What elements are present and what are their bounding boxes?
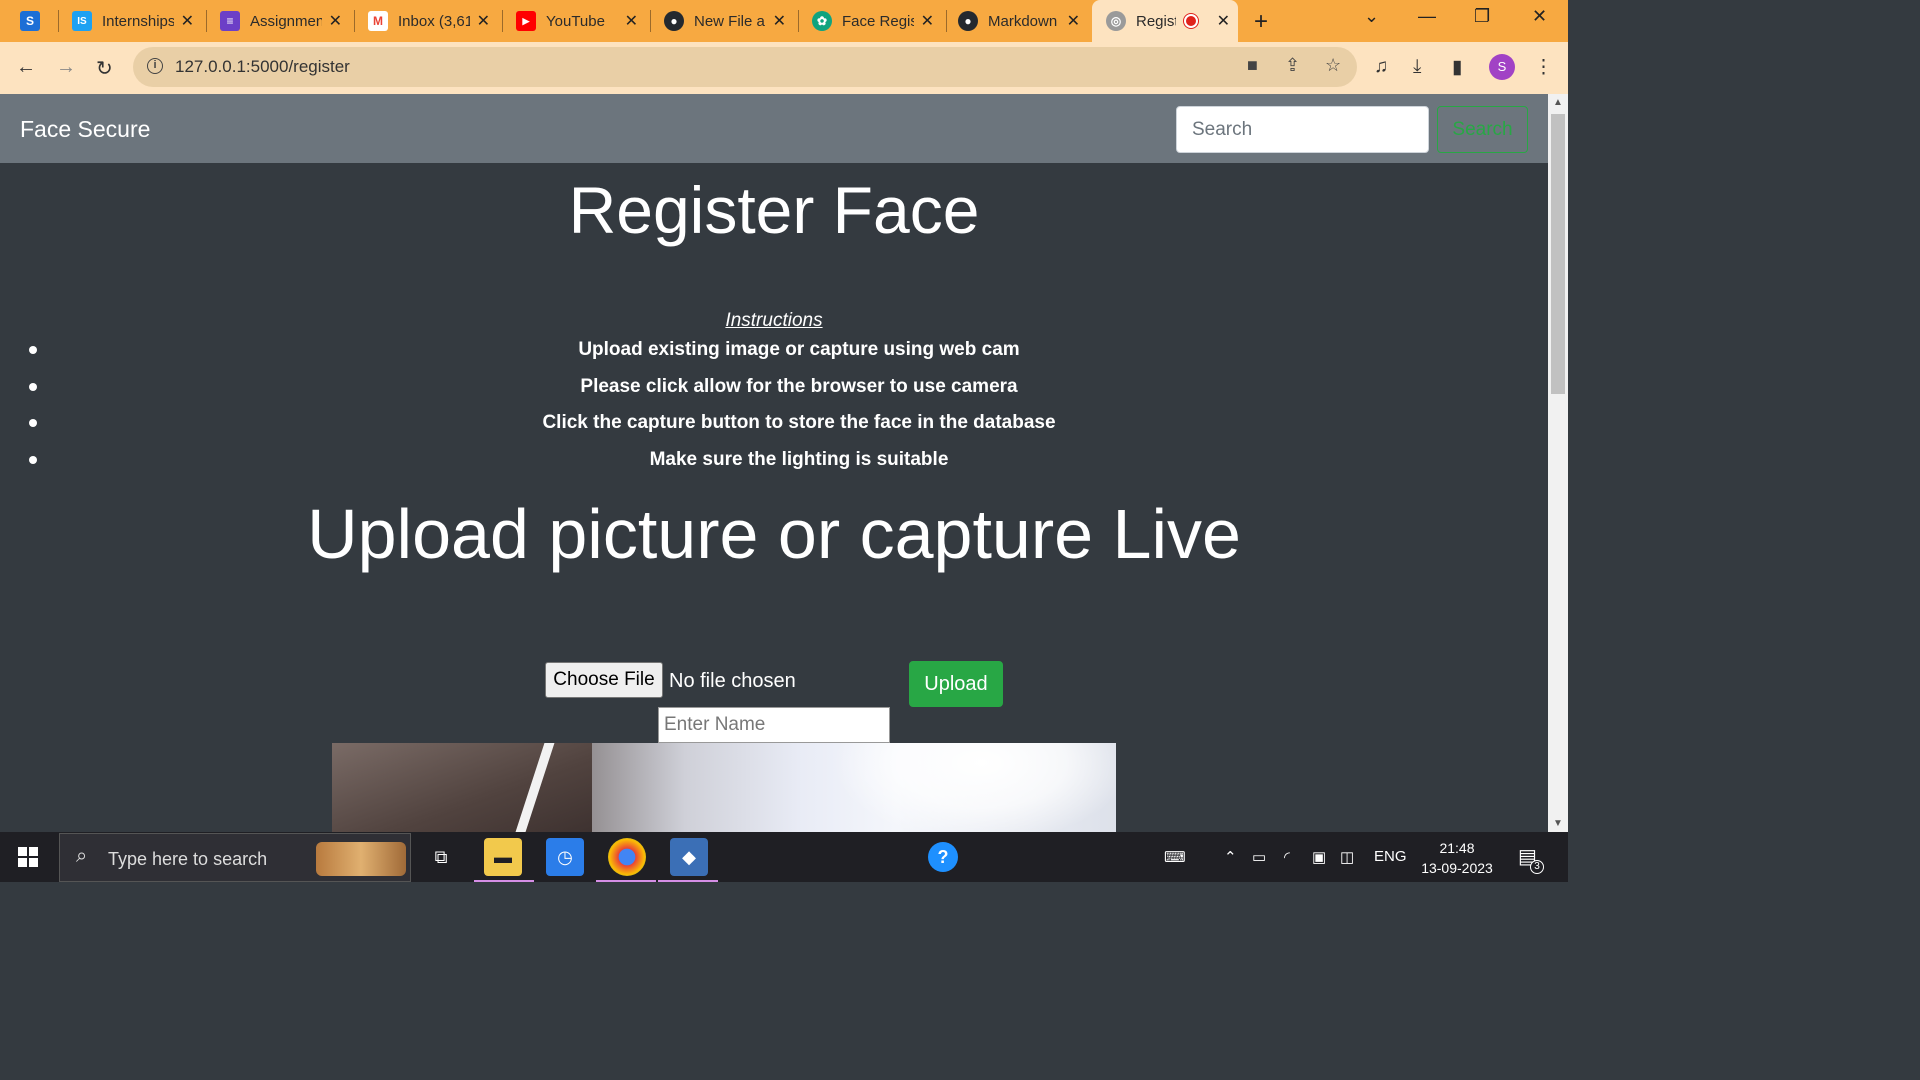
restore-icon[interactable]: ❐ [1474,6,1490,27]
close-tab-icon[interactable]: ✕ [329,11,342,31]
recording-icon [1184,14,1198,28]
back-icon[interactable]: ← [16,56,36,79]
list-item: Upload existing image or capture using w… [0,334,1548,371]
minimize-icon[interactable]: — [1418,6,1436,27]
close-window-icon[interactable]: ✕ [1532,6,1547,27]
close-tab-icon[interactable]: ✕ [181,11,194,31]
tab-title: Inbox (3,61 [398,12,470,30]
chatgpt-icon: ✿ [812,11,832,31]
tab-title: Face Regis [842,12,914,30]
side-panel-icon[interactable]: ▮ [1452,56,1462,79]
forward-icon[interactable]: → [56,56,76,79]
url-text[interactable]: 127.0.0.1:5000/register [175,57,350,77]
tab-inbox[interactable]: M Inbox (3,61 ✕ [368,0,498,42]
task-view-icon[interactable]: ⧉ [422,838,460,876]
internshala-icon: IS [72,11,92,31]
scrollbar-thumb[interactable] [1551,114,1565,394]
clock-date: 13-09-2023 [1421,860,1493,876]
download-icon[interactable]: ⤓ [1413,56,1421,78]
search-icon: ⌕ [76,845,88,867]
calendar-app-icon[interactable]: ◷ [546,838,584,876]
tab-youtube[interactable]: ▶ YouTube ✕ [516,0,646,42]
name-input[interactable] [658,707,890,743]
browser-tab-strip: S IS Internships ✕ ≡ Assignment ✕ M Inbo… [0,0,1568,42]
close-tab-icon[interactable]: ✕ [625,11,638,31]
windows-start-icon[interactable] [18,847,38,867]
address-bar[interactable]: i 127.0.0.1:5000/register ■ ⇪ ☆ [133,47,1357,87]
tab-title: Assignment [250,12,322,30]
file-status: No file chosen [669,670,796,692]
choose-file-button[interactable]: Choose File [545,662,663,698]
profile-avatar[interactable]: S [1489,54,1515,80]
upload-button[interactable]: Upload [909,661,1003,707]
search-input[interactable] [1176,106,1429,153]
file-explorer-icon[interactable]: ▬ [474,838,534,882]
tab-register-active[interactable]: ◎ Regist ✕ [1092,0,1238,42]
show-hidden-icons-icon[interactable]: ⌃ [1224,848,1237,866]
gmail-icon: M [368,11,388,31]
tab-new-file[interactable]: ● New File a ✕ [664,0,794,42]
system-clock[interactable]: 21:48 13-09-2023 [1414,838,1500,878]
taskbar-search[interactable]: ⌕ Type here to search [59,833,411,882]
browser-toolbar: ← → ↻ i 127.0.0.1:5000/register ■ ⇪ ☆ ♫ … [0,42,1568,94]
list-item: Make sure the lighting is suitable [0,444,1548,481]
tab-title: Regist [1136,12,1176,30]
list-item: Please click allow for the browser to us… [0,371,1548,408]
instructions-list: Upload existing image or capture using w… [0,334,1548,480]
tab-title: Internships [102,12,174,30]
chrome-icon[interactable] [596,838,656,882]
tab-title: Markdown [988,12,1058,30]
tab-search-icon[interactable]: ⌄ [1364,6,1379,27]
close-tab-icon[interactable]: ✕ [1067,11,1080,31]
keyboard-layout-icon[interactable]: ⌨ [1164,848,1186,866]
page-scrollbar[interactable]: ▲ ▼ [1548,94,1568,832]
site-navbar: Face Secure Search [0,94,1548,163]
instructions-title: Instructions [725,310,823,331]
webcam-feed [332,743,1116,832]
form-icon: ≡ [220,11,240,31]
taskbar-search-text: Type here to search [108,849,268,869]
clock-time: 21:48 [1439,840,1475,856]
notification-count-badge: 3 [1530,860,1544,874]
page-title: Register Face [568,173,980,247]
media-controls-icon[interactable]: ♫ [1374,56,1388,78]
bookmark-star-icon[interactable]: ☆ [1325,55,1341,76]
close-tab-icon[interactable]: ✕ [921,11,934,31]
page-viewport: Face Secure Search Register Face Instruc… [0,94,1548,832]
tab-title: YouTube [546,12,605,30]
list-item: Click the capture button to store the fa… [0,407,1548,444]
close-tab-icon[interactable]: ✕ [1217,11,1230,31]
tab-markdown[interactable]: ● Markdown ✕ [958,0,1088,42]
tab-title: New File a [694,12,765,30]
tab-pinned[interactable]: S [20,0,56,42]
close-tab-icon[interactable]: ✕ [477,11,490,31]
tab-assignment[interactable]: ≡ Assignment ✕ [220,0,350,42]
tab-internships[interactable]: IS Internships ✕ [72,0,202,42]
reload-icon[interactable]: ↻ [96,56,113,81]
language-indicator[interactable]: ENG [1374,848,1407,865]
menu-kebab-icon[interactable]: ⋮ [1534,56,1553,79]
wifi-icon[interactable]: ◜ [1284,848,1290,866]
close-tab-icon[interactable]: ✕ [773,11,786,31]
search-highlight-image [316,842,406,876]
github-icon: ● [664,11,684,31]
python-icon[interactable]: ◆ [658,838,718,882]
volume-icon[interactable]: ◫ [1340,848,1354,866]
camera-status-icon[interactable]: ▣ [1312,848,1326,866]
battery-icon[interactable]: ▭ [1252,848,1266,866]
globe-icon: ◎ [1106,11,1126,31]
windows-taskbar: ⌕ Type here to search ⧉ ▬ ◷ ◆ ? ⌨ ⌃ ▭ ◜ … [0,832,1568,882]
site-brand[interactable]: Face Secure [20,116,150,143]
s-app-icon: S [20,11,40,31]
tab-face-register[interactable]: ✿ Face Regis ✕ [812,0,942,42]
help-icon[interactable]: ? [928,842,958,872]
search-button[interactable]: Search [1437,106,1528,153]
github-icon: ● [958,11,978,31]
camera-in-use-icon[interactable]: ■ [1247,55,1258,76]
site-info-icon[interactable]: i [147,58,163,74]
upload-heading: Upload picture or capture Live [307,495,1241,573]
youtube-icon: ▶ [516,11,536,31]
share-icon[interactable]: ⇪ [1285,55,1300,76]
new-tab-button[interactable]: + [1254,8,1268,36]
